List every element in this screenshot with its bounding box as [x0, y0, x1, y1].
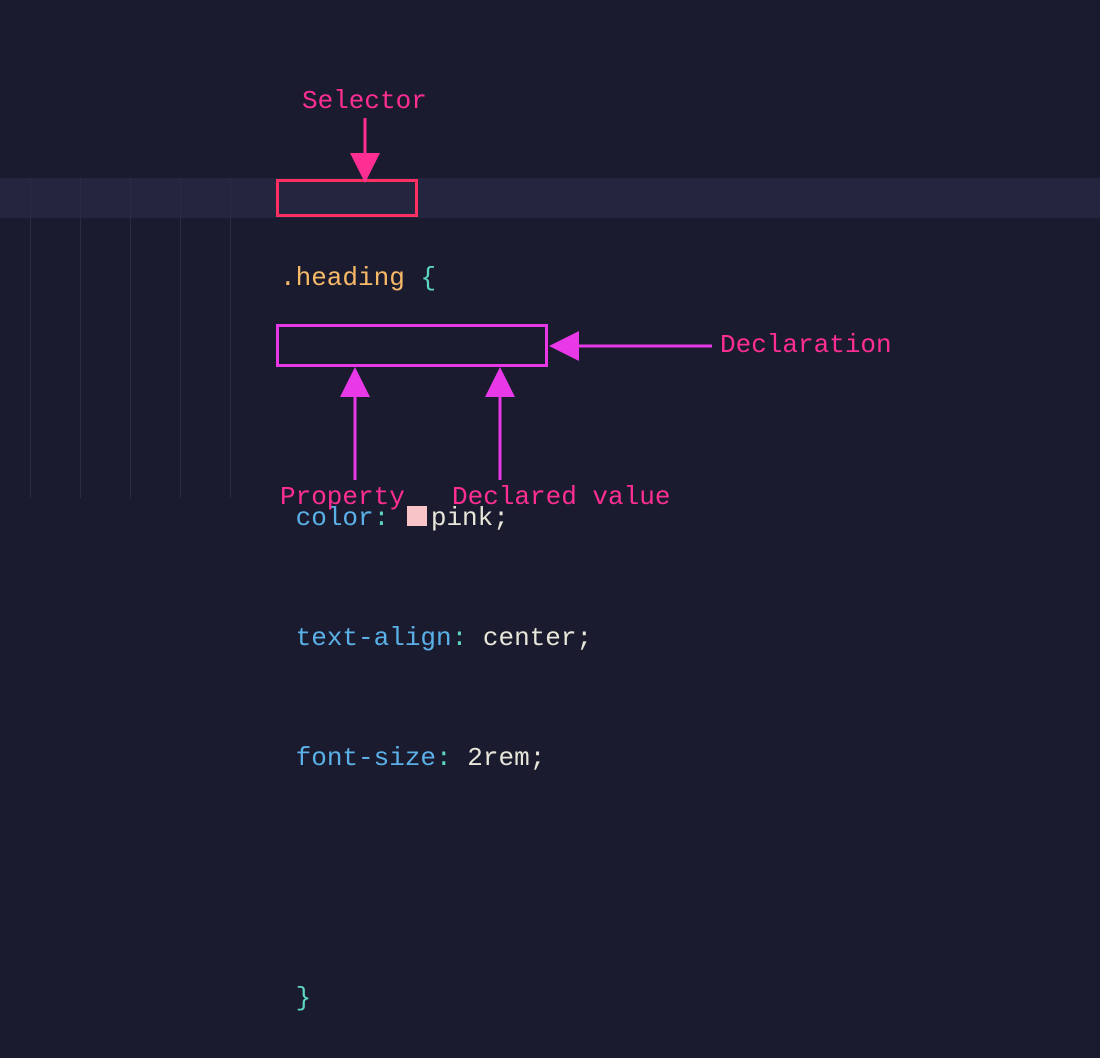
css-colon: :	[452, 618, 468, 658]
arrow-declared-value	[490, 370, 510, 487]
brace-open: {	[420, 258, 436, 298]
annotation-property: Property	[280, 482, 405, 512]
arrow-selector	[355, 118, 375, 185]
css-property: font-size	[296, 738, 436, 778]
code-line-close-brace: }	[280, 978, 592, 1018]
css-semicolon: ;	[530, 738, 546, 778]
code-block: .heading { color: pink; text-align: cent…	[280, 178, 592, 1058]
css-selector: .heading	[280, 258, 405, 298]
css-value: center	[483, 618, 577, 658]
code-line-blank	[280, 378, 592, 418]
declaration-highlight-box	[276, 324, 548, 367]
css-semicolon: ;	[576, 618, 592, 658]
selector-highlight-box	[276, 179, 418, 217]
annotation-selector: Selector	[302, 86, 427, 116]
css-colon: :	[436, 738, 452, 778]
code-line-selector: .heading {	[280, 258, 592, 298]
arrow-declaration	[552, 336, 720, 361]
arrow-property	[345, 370, 365, 487]
brace-close: }	[296, 978, 312, 1018]
annotation-declared-value: Declared value	[452, 482, 670, 512]
code-line-text-align: text-align: center;	[280, 618, 592, 658]
code-line-blank	[280, 858, 592, 898]
color-swatch-icon	[407, 506, 427, 526]
code-line-font-size: font-size: 2rem;	[280, 738, 592, 778]
css-property: text-align	[296, 618, 452, 658]
annotation-declaration: Declaration	[720, 330, 892, 360]
css-value: 2rem	[467, 738, 529, 778]
